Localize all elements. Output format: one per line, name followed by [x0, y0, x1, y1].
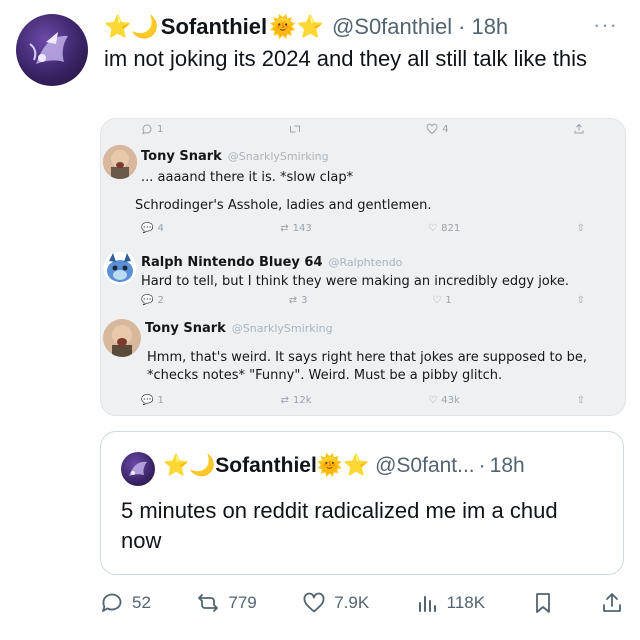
heart-icon: ♡ 43k: [428, 395, 460, 406]
retweet-icon: ⇄ 3: [288, 295, 308, 306]
thread-author-name-2: Ralph Nintendo Bluey 64 @Ralphtendo: [141, 255, 403, 270]
share-icon: ⇧: [576, 395, 585, 406]
media-reply-stat: 1: [141, 123, 163, 135]
media-retweet-stat: [288, 123, 302, 135]
like-count: 7.9K: [334, 593, 370, 612]
share-icon: [603, 593, 621, 612]
reply-icon: [102, 593, 122, 612]
retweet-count: 779: [228, 593, 257, 612]
reply-count: 52: [132, 593, 151, 612]
thread-stats-2: 💬 2 ⇄ 3 ♡ 1 ⇧: [141, 295, 585, 306]
retweet-icon: ⇄ 143: [280, 223, 312, 234]
media-like-stat: 4: [426, 123, 449, 135]
quote-separator-dot: ·: [478, 454, 486, 477]
quote-name-suffix-emoji: 🌞⭐: [316, 454, 370, 477]
name-suffix-emoji: 🌞⭐: [269, 14, 324, 39]
author-name[interactable]: Sofanthiel: [161, 14, 267, 40]
reply-icon: 💬 1: [141, 395, 164, 406]
reply-icon: [142, 124, 152, 135]
media-top-stats: 1 4: [141, 123, 585, 135]
share-icon: ⇧: [576, 223, 585, 234]
tweet-action-bar: 52 779 7.9K 118K: [100, 588, 624, 618]
heart-icon: ♡ 1: [432, 295, 452, 306]
reply-button[interactable]: 52: [100, 591, 151, 615]
quote-name-prefix-emoji: ⭐🌙: [163, 454, 216, 477]
thread-author-name-3: Tony Snark @SnarklySmirking: [145, 321, 333, 336]
bluey-avatar: [103, 251, 137, 285]
share-icon: ⇧: [576, 295, 585, 306]
quote-header: ⭐🌙 Sofanthiel 🌞⭐ @S0fant... · 18h: [163, 454, 613, 478]
tweet-media-image[interactable]: 1 4 Tony Snark @SnarklySmirking ... aaaan…: [100, 118, 626, 416]
views-button[interactable]: 118K: [415, 591, 485, 615]
quote-text: 5 minutes on reddit radicalized me im a …: [121, 498, 558, 553]
retweet-icon: ⇄ 12k: [280, 395, 312, 406]
separator-dot: ·: [458, 14, 466, 39]
thread-text-3b: *checks notes* "Funny". Weird. Must be a…: [147, 368, 503, 383]
more-options-icon[interactable]: ···: [593, 12, 618, 38]
thread-text-1b: Schrodinger's Asshole, ladies and gentle…: [135, 198, 432, 213]
quote-author-handle: @S0fant...: [375, 454, 475, 477]
thread-stats-1: 💬 4 ⇄ 143 ♡ 821 ⇧: [141, 223, 585, 234]
thread-author-name-1: Tony Snark @SnarklySmirking: [141, 149, 329, 164]
quote-author-name: Sofanthiel: [215, 454, 317, 477]
thread-stats-3: 💬 1 ⇄ 12k ♡ 43k ⇧: [141, 395, 585, 406]
heart-icon: [426, 123, 438, 135]
author-handle[interactable]: @S0fanthiel: [332, 14, 452, 40]
heart-icon: [303, 592, 325, 613]
thread-text-3a: Hmm, that's weird. It says right here th…: [147, 350, 588, 365]
media-share-icon: [573, 123, 585, 135]
thread-text-2: Hard to tell, but I think they were maki…: [141, 274, 569, 289]
tweet-header: ⭐🌙 Sofanthiel 🌞⭐ @S0fanthiel · 18h ···: [104, 12, 624, 42]
tony-snark-avatar-2: [103, 319, 141, 357]
retweet-icon: [198, 594, 219, 612]
reply-icon: 💬 4: [141, 223, 164, 234]
tweet-time[interactable]: 18h: [471, 14, 508, 40]
reply-icon: 💬 2: [141, 295, 164, 306]
retweet-button[interactable]: 779: [196, 591, 257, 615]
tony-snark-avatar: [103, 145, 137, 179]
name-prefix-emoji: ⭐🌙: [104, 14, 159, 39]
like-button[interactable]: 7.9K: [302, 591, 369, 615]
quote-tweet-card[interactable]: ⭐🌙 Sofanthiel 🌞⭐ @S0fant... · 18h 5 minu…: [100, 431, 624, 575]
share-button[interactable]: [600, 591, 624, 615]
bookmark-button[interactable]: [531, 591, 555, 615]
heart-icon: ♡ 821: [428, 223, 461, 234]
retweet-icon: [289, 125, 300, 133]
bookmark-icon: [535, 593, 550, 613]
views-icon: [418, 596, 436, 612]
tweet-text: im not joking its 2024 and they all stil…: [104, 46, 588, 71]
author-avatar[interactable]: [16, 14, 88, 86]
views-count: 118K: [446, 593, 486, 612]
quote-author-avatar: [121, 452, 155, 486]
quote-time: 18h: [489, 454, 525, 477]
thread-text-1a: ... aaaand there it is. *slow clap*: [141, 170, 354, 185]
